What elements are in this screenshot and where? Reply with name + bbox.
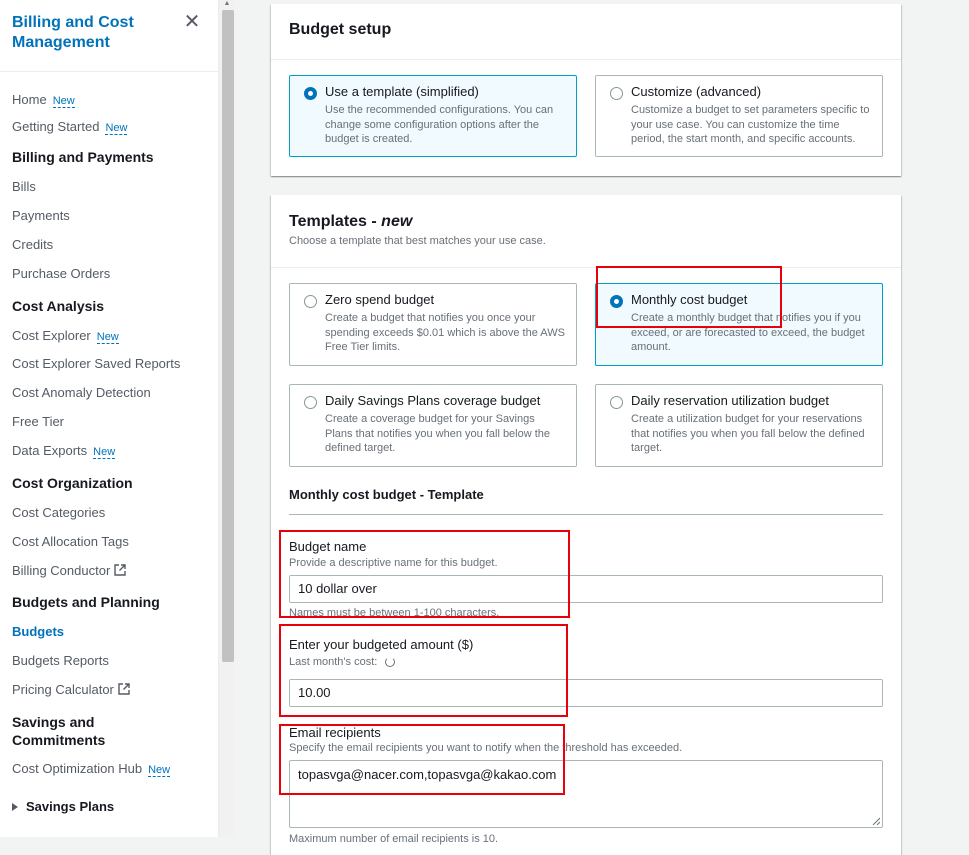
sidebar-item-savings-plans[interactable]: Savings Plans (12, 799, 114, 815)
sidebar-item-credits[interactable]: Credits (12, 237, 53, 253)
email-recipients-description: Specify the email recipients you want to… (289, 742, 683, 754)
sidebar-item-free-tier[interactable]: Free Tier (12, 414, 64, 430)
sidebar-item-bills[interactable]: Bills (12, 179, 36, 195)
external-link-icon (114, 564, 126, 576)
new-badge: New (93, 446, 116, 459)
budget-name-description: Provide a descriptive name for this budg… (289, 557, 498, 569)
sidebar-item-cost-explorer[interactable]: Cost Explorer New (12, 328, 119, 345)
scroll-up-icon[interactable]: ▲ (221, 0, 233, 8)
sidebar-item-data-exports[interactable]: Data Exports New (12, 443, 116, 460)
sidebar-item-getting-started[interactable]: Getting Started New (12, 119, 128, 136)
sidebar-item-label: Getting Started (12, 119, 100, 134)
sidebar-item-label: Pricing Calculator (12, 682, 114, 697)
option-description: Create a budget that notifies you once y… (325, 312, 565, 353)
resize-grip-icon[interactable] (872, 817, 880, 825)
sidebar-section-budgets-planning: Budgets and Planning (12, 594, 160, 610)
email-recipients-value: topasvga@nacer.com,topasvga@kakao.com (298, 767, 557, 782)
radio-button[interactable] (304, 295, 317, 308)
sidebar-title[interactable]: Billing and Cost Management (12, 13, 172, 53)
last-month-cost-label: Last month's cost: (289, 656, 378, 668)
sidebar-section-savings-commitments: Savings and Commitments (12, 714, 106, 748)
option-label: Daily Savings Plans coverage budget (325, 393, 541, 408)
section-divider (289, 514, 883, 515)
panel-divider (271, 59, 901, 60)
budget-setup-panel: Budget setup Use a template (simplified)… (271, 4, 901, 176)
option-label: Monthly cost budget (631, 292, 748, 307)
caret-right-icon (12, 803, 18, 811)
sidebar-item-budgets-reports[interactable]: Budgets Reports (12, 653, 109, 669)
option-description: Use the recommended configurations. You … (325, 104, 554, 145)
external-link-icon (118, 683, 130, 695)
title-new-tag: new (381, 213, 413, 230)
sidebar-item-home[interactable]: Home New (12, 92, 75, 109)
option-customize[interactable]: Customize (advanced) Customize a budget … (595, 75, 883, 157)
sidebar-item-cost-explorer-saved-reports[interactable]: Cost Explorer Saved Reports (12, 356, 180, 372)
radio-button-selected[interactable] (610, 295, 623, 308)
template-reservation-utilization[interactable]: Daily reservation utilization budget Cre… (595, 384, 883, 467)
sidebar-item-label: Data Exports (12, 443, 88, 458)
sidebar-item-pricing-calculator[interactable]: Pricing Calculator (12, 682, 130, 698)
email-recipients-constraint: Maximum number of email recipients is 10… (289, 833, 499, 845)
sidebar-item-label: Cost Explorer (12, 328, 91, 343)
sidebar-nav: Billing and Cost Management ✕ Home New Ge… (0, 0, 219, 837)
sidebar-section-cost-analysis: Cost Analysis (12, 298, 105, 314)
panel-title: Budget setup (289, 21, 392, 38)
sidebar-item-billing-conductor[interactable]: Billing Conductor (12, 563, 126, 579)
budget-name-label: Budget name (289, 539, 367, 554)
sidebar-scrollbar-thumb[interactable] (222, 10, 234, 662)
email-recipients-label: Email recipients (289, 725, 381, 740)
sidebar-item-label: Cost Optimization Hub (12, 761, 143, 776)
option-label: Customize (advanced) (631, 84, 762, 99)
sidebar-section-cost-organization: Cost Organization (12, 475, 133, 491)
panel-divider (271, 267, 901, 268)
option-label: Zero spend budget (325, 292, 435, 307)
email-recipients-textarea[interactable]: topasvga@nacer.com,topasvga@kakao.com (289, 760, 883, 828)
sidebar-item-purchase-orders[interactable]: Purchase Orders (12, 266, 110, 282)
panel-title: Templates - new (289, 213, 412, 231)
option-description: Create a coverage budget for your Saving… (325, 413, 551, 454)
option-description: Create a utilization budget for your res… (631, 413, 865, 454)
sidebar-divider (0, 71, 219, 72)
option-label: Use a template (simplified) (325, 84, 479, 99)
close-icon[interactable]: ✕ (182, 12, 202, 32)
new-badge: New (96, 331, 119, 344)
sidebar-item-cost-allocation-tags[interactable]: Cost Allocation Tags (12, 534, 129, 550)
template-monthly-cost[interactable]: Monthly cost budget Create a monthly bud… (595, 283, 883, 366)
sidebar-item-payments[interactable]: Payments (12, 208, 70, 224)
sidebar-item-label: Billing Conductor (12, 563, 111, 578)
sidebar-item-cost-optimization-hub[interactable]: Cost Optimization Hub New (12, 761, 171, 778)
budget-name-input[interactable]: 10 dollar over (289, 575, 883, 603)
template-savings-plans-coverage[interactable]: Daily Savings Plans coverage budget Crea… (289, 384, 577, 467)
option-description: Create a monthly budget that notifies yo… (631, 312, 865, 353)
radio-button-selected[interactable] (304, 87, 317, 100)
title-text: Templates - (289, 213, 382, 230)
sidebar-item-budgets[interactable]: Budgets (12, 624, 64, 640)
loading-spinner-icon (385, 657, 396, 667)
sidebar-item-label: Home (12, 92, 47, 107)
new-badge: New (52, 95, 75, 108)
panel-description: Choose a template that best matches your… (289, 235, 546, 247)
option-description: Customize a budget to set parameters spe… (631, 104, 870, 145)
radio-button[interactable] (610, 87, 623, 100)
sidebar-item-cost-anomaly-detection[interactable]: Cost Anomaly Detection (12, 385, 151, 401)
new-badge: New (105, 122, 128, 135)
new-badge: New (148, 764, 171, 777)
budget-amount-input[interactable]: 10.00 (289, 679, 883, 707)
last-month-cost: Last month's cost: (289, 656, 396, 668)
option-label: Daily reservation utilization budget (631, 393, 829, 408)
sidebar-item-label: Savings Plans (26, 799, 115, 814)
radio-button[interactable] (304, 396, 317, 409)
budget-amount-label: Enter your budgeted amount ($) (289, 637, 474, 652)
sidebar-section-billing-payments: Billing and Payments (12, 149, 154, 165)
budget-name-constraint: Names must be between 1-100 characters. (289, 607, 500, 619)
radio-button[interactable] (610, 396, 623, 409)
template-zero-spend[interactable]: Zero spend budget Create a budget that n… (289, 283, 577, 366)
sidebar-item-cost-categories[interactable]: Cost Categories (12, 505, 105, 521)
option-use-template[interactable]: Use a template (simplified) Use the reco… (289, 75, 577, 157)
form-section-title: Monthly cost budget - Template (289, 487, 484, 502)
templates-panel: Templates - new Choose a template that b… (271, 195, 901, 855)
